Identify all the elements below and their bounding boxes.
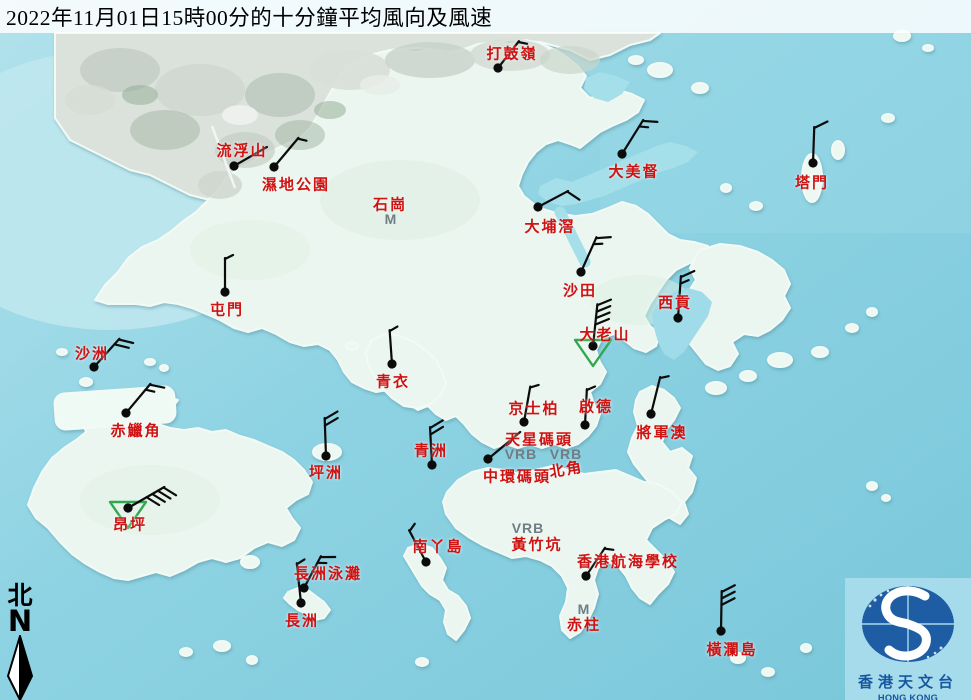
station-dot-ngong-ping bbox=[122, 502, 135, 515]
station-label-sai-kung: 西貢 bbox=[658, 292, 692, 313]
wind-barb-tuen-mun bbox=[155, 222, 295, 362]
station-dot-tap-mun bbox=[808, 158, 818, 168]
station-dot-waglan-island bbox=[716, 626, 725, 635]
map-title: 2022年11月01日15時00分的十分鐘平均風向及風速 bbox=[6, 1, 492, 32]
station-label-lamma-island: 南丫島 bbox=[412, 536, 463, 557]
station-dot-hk-sea-school bbox=[580, 570, 593, 583]
station-label-stanley: 赤柱 bbox=[567, 614, 601, 635]
station-label-ngong-ping: 昂坪 bbox=[113, 514, 147, 535]
station-label-star-ferry-pier: 天星碼頭 bbox=[505, 429, 573, 450]
station-label-cheung-chau-beach: 長洲泳灘 bbox=[294, 563, 362, 584]
hko-name-english: HONG KONG OBSERVATORY bbox=[845, 692, 971, 700]
wind-barb-lamma-island bbox=[356, 492, 496, 632]
hko-name-chinese: 香港天文台 bbox=[845, 675, 971, 692]
compass-north: 北 N bbox=[2, 584, 38, 700]
wind-barb-cheung-chau bbox=[231, 533, 371, 673]
station-dot-sai-kung bbox=[673, 313, 683, 323]
wind-barb-waglan-island bbox=[651, 561, 791, 700]
station-label-hk-sea-school: 香港航海學校 bbox=[577, 551, 679, 572]
station-label-lau-fau-shan: 流浮山 bbox=[216, 140, 267, 161]
station-label-central-pier: 中環碼頭 bbox=[483, 466, 551, 487]
station-label-tseung-kwan-o: 將軍澳 bbox=[636, 422, 687, 443]
station-label-tap-mun: 塔門 bbox=[795, 172, 829, 193]
station-dot-tai-mei-tuk bbox=[616, 148, 629, 161]
wind-barb-tap-mun bbox=[743, 93, 883, 233]
north-arrow-icon bbox=[2, 634, 38, 700]
station-dot-tuen-mun bbox=[220, 287, 229, 296]
wind-barb-wetland-park bbox=[204, 97, 344, 237]
station-dot-green-island bbox=[427, 460, 437, 470]
station-label-wong-chuk-hang: 黃竹坑 bbox=[511, 534, 562, 555]
station-dot-lamma-island bbox=[420, 556, 432, 568]
wind-barb-ngong-ping bbox=[58, 438, 198, 578]
station-label-sha-chau: 沙洲 bbox=[75, 343, 109, 364]
wind-map-screen: 打鼓嶺流浮山濕地公園石崗M大埔滘大美督塔門屯門沙田西貢大老山沙洲青衣赤鱲角京士柏… bbox=[0, 0, 971, 700]
station-label-tai-mei-tuk: 大美督 bbox=[608, 161, 659, 182]
station-label-cheung-chau: 長洲 bbox=[285, 610, 319, 631]
hko-logo-icon bbox=[845, 578, 971, 670]
station-label-peng-chau: 坪洲 bbox=[309, 462, 343, 483]
station-label-tsing-yi: 青衣 bbox=[376, 371, 410, 392]
station-label-sha-tin: 沙田 bbox=[563, 280, 597, 301]
title-bar: 2022年11月01日15時00分的十分鐘平均風向及風速 bbox=[0, 0, 971, 33]
station-label-ta-kwu-ling: 打鼓嶺 bbox=[486, 43, 537, 64]
station-label-shek-kong: 石崗 bbox=[373, 194, 407, 215]
compass-north-letter: N bbox=[2, 609, 38, 634]
station-label-waglan-island: 橫瀾島 bbox=[706, 639, 757, 660]
station-dot-cheung-chau bbox=[296, 598, 306, 608]
station-label-tai-po-kau: 大埔滘 bbox=[524, 216, 575, 237]
station-label-kai-tak: 啟德 bbox=[579, 396, 613, 417]
station-dot-peng-chau bbox=[321, 451, 331, 461]
station-label-green-island: 青洲 bbox=[414, 440, 448, 461]
station-label-kings-park: 京士柏 bbox=[508, 398, 559, 419]
hko-logo: 香港天文台 HONG KONG OBSERVATORY bbox=[845, 578, 971, 700]
station-label-tuen-mun: 屯門 bbox=[210, 299, 244, 320]
station-label-chek-lap-kok: 赤鱲角 bbox=[110, 420, 161, 441]
station-label-wetland-park: 濕地公園 bbox=[262, 174, 330, 195]
station-dot-tseung-kwan-o bbox=[645, 408, 656, 419]
station-label-tates-cairn: 大老山 bbox=[579, 324, 630, 345]
station-dot-tsing-yi bbox=[387, 359, 397, 369]
